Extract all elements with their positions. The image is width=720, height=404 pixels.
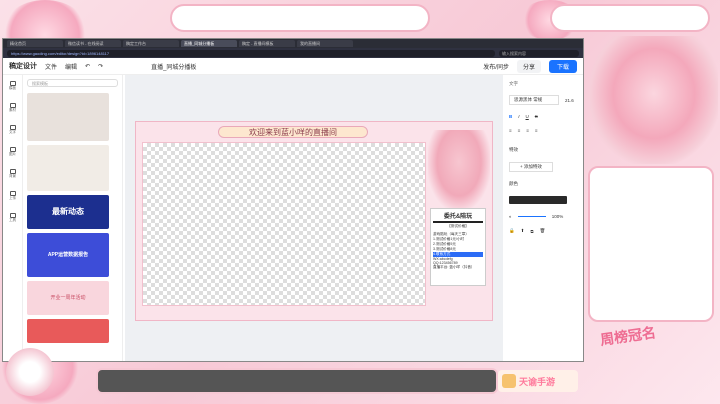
app-top-bar: 稿定设计 文件 编辑 ↶ ↷ 直播_同城分播板 发布/同步 分享 下载 [3, 58, 583, 75]
template-thumb[interactable]: 最新动态 [27, 195, 109, 229]
browser-tab[interactable]: 稿定工作台 [123, 40, 179, 47]
rail-item-upload[interactable]: 上传 [7, 191, 19, 201]
italic-button[interactable]: I [518, 114, 519, 119]
download-button[interactable]: 下载 [548, 59, 577, 73]
design-stage[interactable]: 欢迎来到蓝小咩的直播间 委托&陪玩 【测试价格】 游戏陪玩（每天三章） 1.测试… [135, 121, 493, 321]
opacity-slider[interactable] [517, 216, 546, 217]
transparent-placeholder[interactable] [142, 142, 426, 306]
align-right-icon[interactable]: ≡ [526, 128, 529, 133]
card-line: 直播平台: 蓝小咩（抖音） [433, 265, 475, 269]
browser-tab-active[interactable]: 直播_同城分播板 [181, 40, 237, 47]
color-swatch[interactable] [509, 196, 567, 204]
template-thumb[interactable]: 开业一周年活动 [27, 281, 109, 315]
layer-up-icon[interactable]: ⬆ [521, 228, 525, 234]
rail-item-background[interactable]: 背景 [7, 169, 19, 179]
mascot-image [6, 348, 54, 396]
top-actions: 发布/同步 分享 下载 [483, 59, 577, 73]
font-select[interactable]: 思源黑体 常规 [509, 95, 559, 105]
lock-icon[interactable]: 🔒 [509, 228, 515, 234]
rail-item-tools[interactable]: 工具 [7, 213, 19, 223]
menu-file[interactable]: 文件 [45, 62, 57, 71]
properties-panel: 文字 思源黑体 常规 21.6 B I U S ≡ ≡ ≡ ≡ 特效 + 添加特… [503, 75, 583, 361]
menu-edit[interactable]: 编辑 [65, 62, 77, 71]
template-thumb[interactable] [27, 93, 109, 141]
top-banner-right [550, 4, 710, 32]
bold-button[interactable]: B [509, 114, 512, 119]
font-size-input[interactable]: 21.6 [565, 98, 574, 103]
info-card[interactable]: 委托&陪玩 【测试价格】 游戏陪玩（每天三章） 1.测试价格1元/小时 2.测试… [430, 208, 486, 286]
tab-bar: 精化首页 微信读书 - 在线阅读 稿定工作台 直播_同城分播板 稿定 - 直播间… [3, 39, 583, 48]
color-label: 颜色 [509, 181, 518, 186]
underline-button[interactable]: U [526, 114, 529, 119]
align-left-icon[interactable]: ≡ [509, 128, 512, 133]
top-banner [170, 4, 430, 32]
left-rail: 模板 素材 文字 图片 背景 上传 工具 [3, 75, 23, 361]
template-thumb[interactable]: APP运营数据报告 [27, 233, 109, 277]
copy-icon[interactable]: ⧉ [530, 229, 533, 234]
stage-character-image[interactable] [428, 130, 490, 210]
logo-icon [502, 374, 516, 388]
strike-button[interactable]: S [535, 114, 538, 119]
font-row: 思源黑体 常规 21.6 [509, 95, 577, 105]
undo-icon[interactable]: ↶ [85, 63, 90, 70]
url-input[interactable]: https://www.gaoding.com/editor/design?id… [7, 49, 495, 57]
align-row: ≡ ≡ ≡ ≡ [509, 128, 577, 133]
redo-icon[interactable]: ↷ [98, 63, 103, 70]
side-panel-box [588, 166, 714, 322]
spacing-row: 特效 [509, 147, 577, 153]
anime-character-image [590, 36, 718, 164]
browser-tab[interactable]: 精化首页 [7, 40, 63, 47]
browser-tab[interactable]: 微信读书 - 在线阅读 [65, 40, 121, 47]
canvas-area: 欢迎来到蓝小咩的直播间 委托&陪玩 【测试价格】 游戏陪玩（每天三章） 1.测试… [125, 75, 503, 385]
opacity-value[interactable]: 100% [552, 214, 564, 219]
color-row: 颜色 [509, 181, 577, 187]
layer-tools-row: 🔒 ⬆ ⧉ 🗑 [509, 228, 577, 234]
publish-button[interactable]: 发布/同步 [483, 62, 509, 71]
rail-item-text[interactable]: 文字 [7, 125, 19, 135]
add-effect-button[interactable]: + 添加特效 [509, 162, 553, 172]
opacity-icon: ◐ [509, 214, 512, 219]
template-search-input[interactable]: 搜索模板 [27, 79, 118, 87]
logo-text: 天谕手游 [519, 376, 556, 387]
stage-title[interactable]: 欢迎来到蓝小咩的直播间 [218, 126, 368, 138]
browser-tab[interactable]: 我的直播间 [297, 40, 353, 47]
align-justify-icon[interactable]: ≡ [535, 128, 538, 133]
rail-item-image[interactable]: 图片 [7, 147, 19, 157]
browser-search-input[interactable]: 输入搜索内容 [499, 49, 579, 57]
opacity-row: ◐ 100% [509, 214, 577, 219]
style-row: B I U S [509, 114, 577, 119]
delete-icon[interactable]: 🗑 [540, 228, 546, 234]
add-effect-row: + 添加特效 [509, 162, 577, 172]
bottom-ticker-bar [96, 368, 498, 394]
rail-item-template[interactable]: 模板 [7, 81, 19, 91]
card-title: 委托&陪玩 [443, 214, 473, 220]
address-bar: https://www.gaoding.com/editor/design?id… [3, 48, 583, 58]
template-panel: 搜索模板 最新动态 APP运营数据报告 开业一周年活动 [23, 75, 123, 361]
props-section-title: 文字 [509, 81, 518, 86]
browser-window: 精化首页 微信读书 - 在线阅读 稿定工作台 直播_同城分播板 稿定 - 直播间… [2, 38, 584, 385]
template-thumb[interactable] [27, 319, 109, 343]
card-subtitle: 【测试价格】 [447, 224, 469, 228]
card-divider [433, 221, 483, 223]
doc-title[interactable]: 直播_同城分播板 [151, 62, 196, 71]
share-button[interactable]: 分享 [516, 59, 541, 73]
align-center-icon[interactable]: ≡ [518, 128, 521, 133]
game-logo: 天谕手游 [498, 370, 578, 392]
brand-logo[interactable]: 稿定设计 [9, 61, 37, 71]
browser-tab[interactable]: 稿定 - 直播间模板 [239, 40, 295, 47]
rail-item-material[interactable]: 素材 [7, 103, 19, 113]
effect-label: 特效 [509, 147, 518, 152]
template-thumb[interactable] [27, 145, 109, 191]
